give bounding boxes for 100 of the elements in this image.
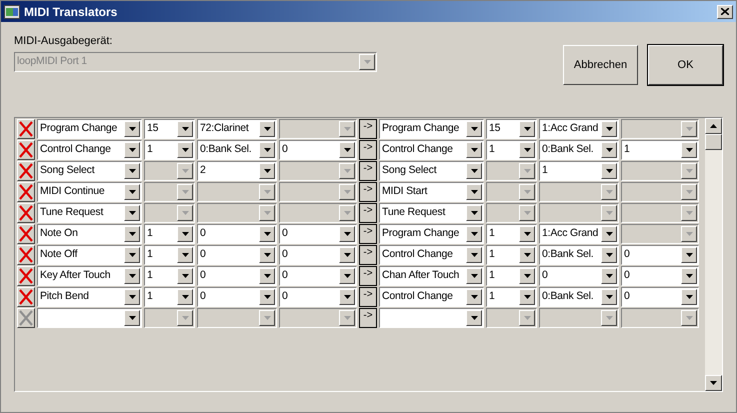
dropdown-arrow-icon: [686, 190, 692, 194]
channel-dropdown[interactable]: 1: [486, 224, 537, 244]
map-button[interactable]: ->: [359, 308, 377, 328]
message-type-dropdown[interactable]: Control Change: [379, 245, 484, 265]
map-button[interactable]: ->: [359, 161, 377, 181]
data1-dropdown[interactable]: 1: [539, 161, 619, 181]
dropdown-arrow-icon: [524, 190, 530, 194]
channel-dropdown[interactable]: 1: [486, 245, 537, 265]
delete-button[interactable]: [17, 119, 35, 139]
dropdown-arrow-icon: [606, 253, 612, 257]
dropdown-arrow-icon: [524, 274, 530, 278]
dropdown-arrow-icon: [344, 190, 350, 194]
delete-icon: [19, 268, 33, 284]
cancel-button[interactable]: Abbrechen: [563, 45, 638, 85]
data1-dropdown[interactable]: 0: [197, 245, 277, 265]
data1-dropdown[interactable]: 0: [539, 266, 619, 286]
channel-dropdown[interactable]: 1: [486, 140, 537, 160]
message-type-dropdown[interactable]: Control Change: [379, 140, 484, 160]
dropdown-arrow-icon: [524, 169, 530, 173]
message-type-dropdown[interactable]: Chan After Touch: [379, 266, 484, 286]
output-device-label: MIDI-Ausgabegerät:: [14, 34, 114, 49]
data1-dropdown[interactable]: 0:Bank Sel.: [539, 140, 619, 160]
data2-dropdown[interactable]: 0: [279, 224, 357, 244]
data2-dropdown[interactable]: 0: [621, 266, 699, 286]
message-type-dropdown[interactable]: [379, 308, 484, 328]
message-type-dropdown[interactable]: Note On: [37, 224, 142, 244]
map-button[interactable]: ->: [359, 245, 377, 265]
dropdown-arrow-icon: [128, 169, 136, 173]
data2-dropdown[interactable]: 0: [621, 287, 699, 307]
data2-dropdown[interactable]: 1: [621, 140, 699, 160]
data2-dropdown[interactable]: 0: [279, 140, 357, 160]
map-button[interactable]: ->: [359, 140, 377, 160]
message-type-dropdown[interactable]: Control Change: [37, 140, 142, 160]
dropdown-arrow-icon: [264, 148, 270, 152]
delete-icon: [19, 142, 33, 158]
channel-dropdown[interactable]: 15: [144, 119, 195, 139]
map-button[interactable]: ->: [359, 182, 377, 202]
message-type-dropdown[interactable]: MIDI Continue: [37, 182, 142, 202]
scroll-up-button[interactable]: [705, 118, 722, 134]
channel-dropdown[interactable]: 1: [144, 266, 195, 286]
delete-button[interactable]: [17, 182, 35, 202]
message-type-dropdown[interactable]: Program Change: [37, 119, 142, 139]
scroll-thumb[interactable]: [705, 134, 722, 150]
message-type-dropdown[interactable]: Song Select: [379, 161, 484, 181]
up-arrow-icon: [710, 124, 717, 128]
channel-dropdown[interactable]: 1: [144, 287, 195, 307]
message-type-dropdown[interactable]: [37, 308, 142, 328]
message-type-dropdown[interactable]: Tune Request: [379, 203, 484, 223]
delete-button[interactable]: [17, 140, 35, 160]
channel-dropdown[interactable]: 1: [144, 245, 195, 265]
data1-dropdown[interactable]: 0:Bank Sel.: [539, 245, 619, 265]
message-type-dropdown[interactable]: Song Select: [37, 161, 142, 181]
dropdown-arrow-icon: [524, 316, 530, 320]
dropdown-arrow-icon: [182, 148, 188, 152]
data1-dropdown[interactable]: 2: [197, 161, 277, 181]
data1-dropdown[interactable]: 0: [197, 224, 277, 244]
data1-dropdown[interactable]: 1:Acc Grand: [539, 224, 619, 244]
channel-dropdown[interactable]: 1: [144, 140, 195, 160]
data2-dropdown[interactable]: 0: [279, 287, 357, 307]
data2-dropdown[interactable]: 0: [621, 245, 699, 265]
dropdown-arrow-icon: [606, 148, 612, 152]
data1-dropdown[interactable]: 0: [197, 266, 277, 286]
map-button[interactable]: ->: [359, 224, 377, 244]
message-type-dropdown[interactable]: Tune Request: [37, 203, 142, 223]
delete-button[interactable]: [17, 287, 35, 307]
data1-dropdown[interactable]: 0:Bank Sel.: [197, 140, 277, 160]
dropdown-arrow-icon: [686, 148, 692, 152]
data1-dropdown[interactable]: 1:Acc Grand: [539, 119, 619, 139]
data1-dropdown[interactable]: 0:Bank Sel.: [539, 287, 619, 307]
map-button[interactable]: ->: [359, 119, 377, 139]
delete-button[interactable]: [17, 266, 35, 286]
delete-button[interactable]: [17, 161, 35, 181]
delete-button[interactable]: [17, 203, 35, 223]
channel-dropdown[interactable]: 1: [144, 224, 195, 244]
message-type-dropdown[interactable]: MIDI Start: [379, 182, 484, 202]
channel-dropdown[interactable]: 15: [486, 119, 537, 139]
map-button[interactable]: ->: [359, 203, 377, 223]
delete-button[interactable]: [17, 245, 35, 265]
dropdown-arrow-icon: [606, 316, 612, 320]
message-type-dropdown[interactable]: Control Change: [379, 287, 484, 307]
data1-dropdown[interactable]: 72:Clarinet: [197, 119, 277, 139]
message-type-dropdown[interactable]: Key After Touch: [37, 266, 142, 286]
channel-dropdown[interactable]: 1: [486, 266, 537, 286]
channel-dropdown[interactable]: 1: [486, 287, 537, 307]
close-button[interactable]: [717, 4, 733, 18]
ok-button[interactable]: OK: [648, 45, 723, 85]
data2-dropdown[interactable]: 0: [279, 245, 357, 265]
message-type-dropdown[interactable]: Pitch Bend: [37, 287, 142, 307]
map-button[interactable]: ->: [359, 287, 377, 307]
dropdown-arrow-icon: [686, 274, 692, 278]
dropdown-arrow-icon: [264, 211, 270, 215]
scroll-down-button[interactable]: [705, 375, 722, 391]
delete-button[interactable]: [17, 224, 35, 244]
message-type-dropdown[interactable]: Program Change: [379, 119, 484, 139]
scrollbar[interactable]: [705, 118, 722, 391]
data2-dropdown[interactable]: 0: [279, 266, 357, 286]
data1-dropdown[interactable]: 0: [197, 287, 277, 307]
message-type-dropdown[interactable]: Program Change: [379, 224, 484, 244]
message-type-dropdown[interactable]: Note Off: [37, 245, 142, 265]
map-button[interactable]: ->: [359, 266, 377, 286]
